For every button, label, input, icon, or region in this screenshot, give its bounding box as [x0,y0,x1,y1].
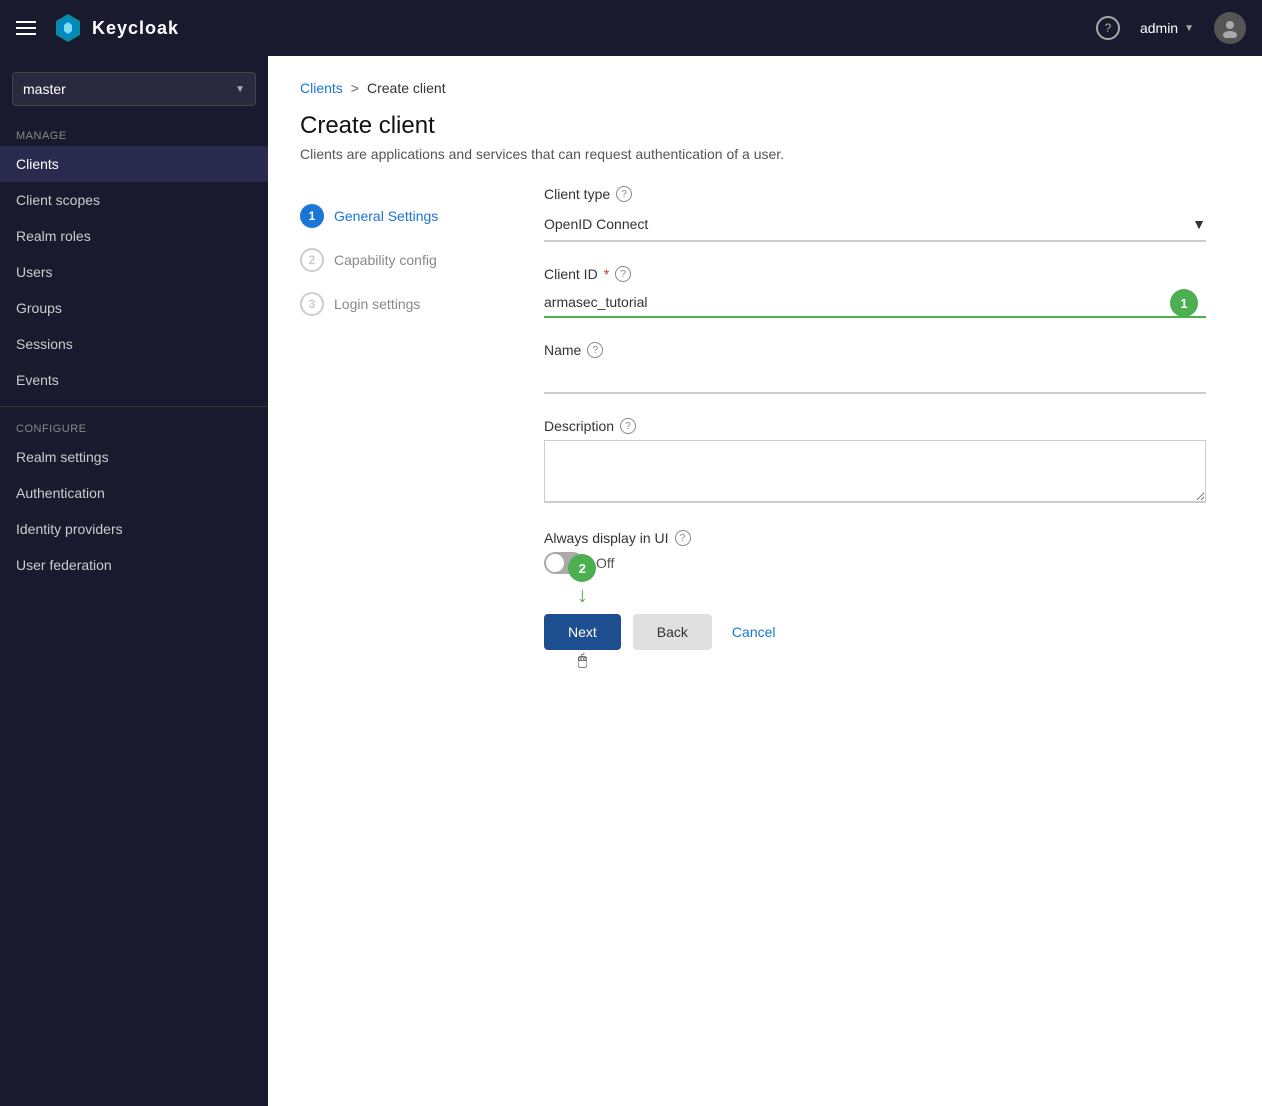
admin-menu[interactable]: admin ▼ [1140,20,1194,36]
client-type-select[interactable]: OpenID Connect SAML [544,208,1206,240]
logo: Keycloak [52,12,179,44]
avatar-icon [1220,18,1240,38]
sidebar: master ▼ Manage Clients Client scopes Re… [0,56,268,1106]
name-input[interactable] [544,364,1206,394]
manage-section-label: Manage [0,122,268,146]
sidebar-item-identity-providers[interactable]: Identity providers [0,511,268,547]
always-display-group: Always display in UI ? Off [544,530,1206,574]
step-2-label: Capability config [334,252,437,268]
client-id-required: * [604,266,609,282]
step-1-circle: 1 [300,204,324,228]
main-content: Clients > Create client Create client Cl… [268,56,1262,1106]
breadcrumb: Clients > Create client [300,80,1230,96]
client-type-select-wrapper: OpenID Connect SAML ▼ [544,208,1206,242]
page-title: Create client [300,112,1230,140]
name-help[interactable]: ? [587,342,603,358]
cursor-icon: 🖱 [578,652,588,670]
sidebar-item-groups[interactable]: Groups [0,290,268,326]
realm-dropdown-arrow: ▼ [235,84,245,95]
breadcrumb-current: Create client [367,80,446,96]
annotation-badge-2: 2 [568,554,596,582]
always-display-help[interactable]: ? [675,530,691,546]
step-3[interactable]: 3 Login settings [300,282,520,326]
toggle-label: Off [596,555,614,571]
next-button-wrapper: 2 ↓ Next 🖱 [544,614,621,650]
main-layout: master ▼ Manage Clients Client scopes Re… [0,56,1262,1106]
description-group: Description ? [544,418,1206,506]
steps-panel: 1 General Settings 2 Capability config 3… [300,186,520,650]
step-2[interactable]: 2 Capability config [300,238,520,282]
name-label: Name ? [544,342,1206,358]
toggle-knob [546,554,564,572]
realm-selector[interactable]: master ▼ [12,72,256,106]
sidebar-item-realm-settings[interactable]: Realm settings [0,439,268,475]
step-3-label: Login settings [334,296,420,312]
button-row: 2 ↓ Next 🖱 Back Cancel [544,614,1206,650]
sidebar-item-sessions[interactable]: Sessions [0,326,268,362]
sidebar-item-user-federation[interactable]: User federation [0,547,268,583]
client-id-label: Client ID * ? [544,266,1206,282]
form-area: 1 General Settings 2 Capability config 3… [300,186,1230,650]
cancel-button[interactable]: Cancel [724,614,784,650]
step-2-circle: 2 [300,248,324,272]
top-navigation: Keycloak ? admin ▼ [0,0,1262,56]
annotation-2-container: 2 ↓ [568,554,596,606]
sidebar-item-events[interactable]: Events [0,362,268,398]
annotation-badge-1: 1 [1170,289,1198,317]
description-label: Description ? [544,418,1206,434]
client-type-label: Client type ? [544,186,1206,202]
client-id-help[interactable]: ? [615,266,631,282]
description-help[interactable]: ? [620,418,636,434]
realm-name: master [23,81,66,97]
always-display-label: Always display in UI ? [544,530,1206,546]
step-3-circle: 3 [300,292,324,316]
annotation-arrow: ↓ [577,584,588,606]
nav-right: ? admin ▼ [1096,12,1246,44]
client-type-group: Client type ? OpenID Connect SAML ▼ [544,186,1206,242]
admin-label: admin [1140,20,1178,36]
sidebar-item-clients[interactable]: Clients [0,146,268,182]
menu-toggle[interactable] [16,21,36,35]
logo-icon [52,12,84,44]
toggle-row: Off [544,552,1206,574]
client-type-help[interactable]: ? [616,186,632,202]
sidebar-item-users[interactable]: Users [0,254,268,290]
sidebar-item-client-scopes[interactable]: Client scopes [0,182,268,218]
client-id-input-wrapper: 1 [544,288,1206,318]
page-subtitle: Clients are applications and services th… [300,146,1230,162]
name-group: Name ? [544,342,1206,394]
configure-section-label: Configure [0,415,268,439]
help-icon[interactable]: ? [1096,16,1120,40]
sidebar-item-realm-roles[interactable]: Realm roles [0,218,268,254]
step-1[interactable]: 1 General Settings [300,194,520,238]
client-id-input[interactable] [544,288,1206,318]
description-input[interactable] [544,440,1206,503]
client-id-group: Client ID * ? 1 [544,266,1206,318]
sidebar-item-authentication[interactable]: Authentication [0,475,268,511]
breadcrumb-parent[interactable]: Clients [300,80,343,96]
logo-text: Keycloak [92,18,179,39]
admin-dropdown-arrow: ▼ [1184,23,1194,34]
next-button[interactable]: Next [544,614,621,650]
step-1-label: General Settings [334,208,438,224]
back-button[interactable]: Back [633,614,712,650]
avatar[interactable] [1214,12,1246,44]
form-panel: Client type ? OpenID Connect SAML ▼ Cl [520,186,1230,650]
sidebar-divider [0,406,268,407]
breadcrumb-separator: > [351,80,359,96]
